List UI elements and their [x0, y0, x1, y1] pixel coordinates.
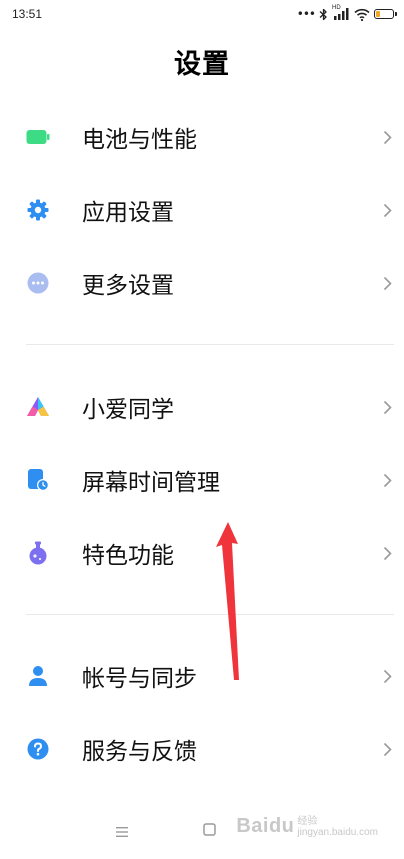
settings-item-more-settings[interactable]: 更多设置 [0, 251, 404, 315]
chevron-right-icon [380, 664, 394, 688]
settings-item-label: 电池与性能 [82, 127, 197, 153]
battery-icon [374, 9, 397, 19]
account-icon [26, 664, 50, 688]
settings-item-screen-time[interactable]: 屏幕时间管理 [0, 448, 404, 512]
settings-item-service-feedback[interactable]: 服务与反馈 [0, 717, 404, 781]
watermark-url: jingyan.baidu.com [297, 826, 378, 838]
watermark-brand: Baidu [236, 815, 295, 837]
more-icon [26, 271, 50, 295]
help-icon [26, 737, 50, 761]
chevron-right-icon [380, 271, 394, 295]
chevron-right-icon [380, 198, 394, 222]
settings-item-label: 服务与反馈 [82, 739, 197, 765]
chevron-right-icon [380, 737, 394, 761]
wifi-icon [354, 8, 370, 21]
settings-item-label: 应用设置 [82, 200, 174, 226]
settings-item-label: 更多设置 [82, 273, 174, 299]
signal-hd-icon: HD [332, 5, 350, 21]
status-icons: ••• HD [296, 5, 397, 22]
settings-item-label: 帐号与同步 [82, 666, 197, 692]
section-divider [26, 614, 394, 615]
battery-icon [26, 125, 50, 149]
dots-icon: ••• [296, 7, 316, 21]
chevron-right-icon [380, 468, 394, 492]
settings-item-account-sync[interactable]: 帐号与同步 [0, 644, 404, 708]
bluetooth-icon [319, 8, 327, 20]
menu-icon[interactable] [116, 822, 128, 841]
settings-item-label: 小爱同学 [82, 397, 174, 423]
section-divider [26, 344, 394, 345]
settings-item-app-settings[interactable]: 应用设置 [0, 178, 404, 242]
chevron-right-icon [380, 541, 394, 565]
settings-item-xiaoai[interactable]: 小爱同学 [0, 375, 404, 439]
potion-icon [26, 541, 50, 565]
chevron-right-icon [380, 125, 394, 149]
chevron-right-icon [380, 395, 394, 419]
status-bar: 13:51 ••• HD [0, 0, 404, 30]
xiaoai-icon [26, 395, 50, 419]
status-time: 13:51 [12, 7, 43, 21]
screen-time-icon [26, 468, 50, 492]
watermark-sub: 经验 [297, 815, 318, 827]
baidu-watermark: Baidu 经验 jingyan.baidu.com [236, 815, 378, 838]
home-icon[interactable] [203, 821, 216, 840]
page-title: 设置 [174, 49, 230, 80]
gear-icon [26, 198, 50, 222]
settings-item-special-features[interactable]: 特色功能 [0, 521, 404, 585]
settings-item-battery-performance[interactable]: 电池与性能 [0, 105, 404, 169]
settings-item-label: 屏幕时间管理 [82, 470, 220, 496]
settings-item-label: 特色功能 [82, 543, 174, 569]
